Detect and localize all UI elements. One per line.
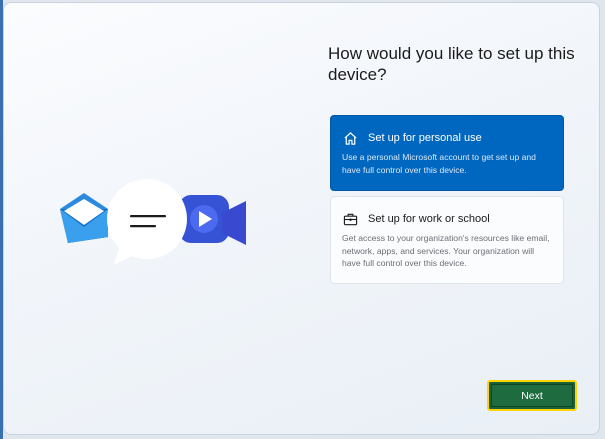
- chat-bubble-icon: [107, 179, 187, 265]
- video-camera-icon: [179, 195, 246, 245]
- option-description: Get access to your organization's resour…: [342, 233, 550, 268]
- home-icon: [342, 130, 358, 146]
- option-title: Set up for personal use: [368, 132, 482, 144]
- illustration: [60, 179, 246, 265]
- option-title-row: Set up for personal use: [342, 129, 552, 147]
- option-title: Set up for work or school: [368, 213, 490, 225]
- option-title-row: Set up for work or school: [342, 210, 552, 228]
- setup-window: How would you like to set up this device…: [3, 2, 600, 435]
- next-button-focus-ring: Next: [487, 380, 577, 411]
- option-description: Use a personal Microsoft account to get …: [342, 152, 536, 175]
- page-title: How would you like to set up this device…: [328, 44, 575, 84]
- next-button[interactable]: Next: [491, 384, 573, 407]
- option-work-or-school[interactable]: Set up for work or school Get access to …: [330, 196, 564, 284]
- briefcase-icon: [342, 211, 358, 227]
- option-personal-use[interactable]: Set up for personal use Use a personal M…: [330, 115, 564, 191]
- mail-icon: [60, 193, 108, 243]
